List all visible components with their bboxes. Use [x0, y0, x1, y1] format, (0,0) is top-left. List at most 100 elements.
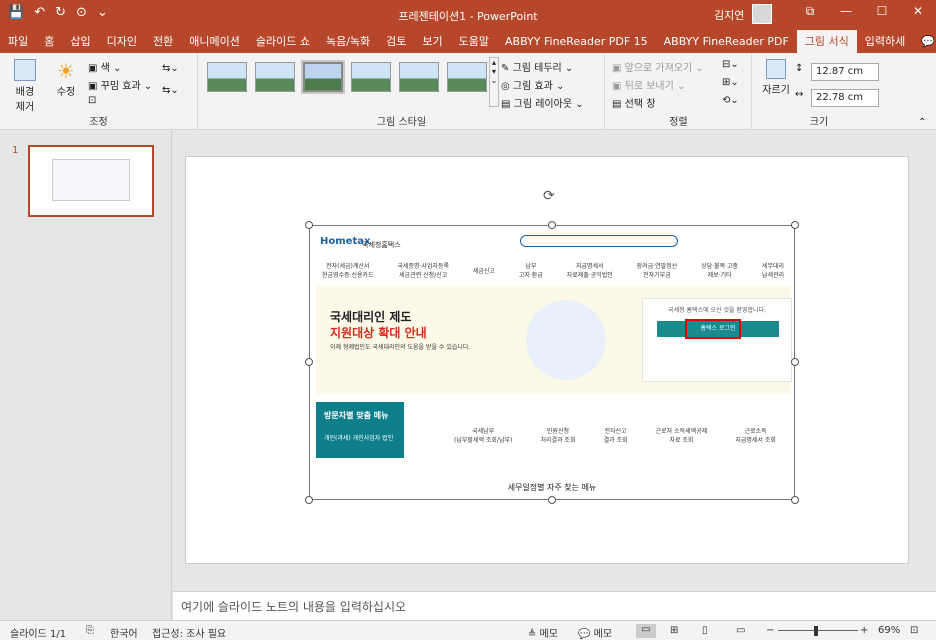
spell-check-icon[interactable]: ⎘: [86, 625, 94, 636]
tab-abbyy-15[interactable]: ABBYY FineReader PDF 15: [497, 30, 656, 53]
accessibility-status[interactable]: 접근성: 조사 필요: [152, 625, 226, 640]
resize-handle-nw[interactable]: [305, 221, 313, 229]
tab-picture-format[interactable]: 그림 서식: [796, 30, 857, 53]
resize-handle-n[interactable]: [548, 221, 556, 229]
tab-slideshow[interactable]: 슬라이드 쇼: [248, 30, 318, 53]
rotate-handle-icon[interactable]: ⟳: [543, 188, 555, 204]
align-icon[interactable]: ⊟⌄: [722, 59, 739, 70]
slide-indicator: 슬라이드 1/1: [10, 629, 67, 640]
banner-title-2: 지원대상 확대 안내: [330, 326, 427, 340]
title-bar: 💾 ↶ ↻ ⊙ ⌄ 프레젠테이션1 - PowerPoint 김지연 ⧉ — ☐…: [0, 0, 936, 30]
slide-thumbnail[interactable]: [28, 145, 154, 217]
selection-pane-button[interactable]: ▤ 선택 창: [612, 95, 655, 110]
visitor-item: 국세납부 (납부할세액 조회/납부): [454, 428, 513, 444]
zoom-level[interactable]: 69%: [878, 625, 900, 636]
tab-home[interactable]: 홈: [36, 30, 62, 53]
picture-style-3[interactable]: [301, 60, 345, 94]
fit-to-window-icon[interactable]: ⊡: [910, 625, 918, 636]
crop-button[interactable]: 자르기: [761, 59, 791, 96]
tab-review[interactable]: 검토: [378, 30, 414, 53]
corrections-button[interactable]: ☀ 수정: [52, 59, 80, 98]
ribbon-tabs: 파일 홈 삽입 디자인 전환 애니메이션 슬라이드 쇼 녹음/녹화 검토 보기 …: [0, 30, 936, 53]
banner-illustration: [526, 300, 606, 380]
maximize-button[interactable]: ☐: [864, 4, 900, 19]
group-icon[interactable]: ⊞⌄: [722, 77, 739, 88]
reading-view-icon[interactable]: ▯: [702, 625, 708, 636]
visitor-item: 민원신청 처리결과 조회: [540, 428, 576, 444]
tab-view[interactable]: 보기: [414, 30, 450, 53]
nav-item: 납부 고지·환급: [518, 263, 543, 279]
resize-handle-e[interactable]: [791, 358, 799, 366]
picture-layout-button[interactable]: ▤ 그림 레이아웃 ⌄: [501, 95, 584, 110]
artistic-effects-button[interactable]: ▣ 꾸밈 효과 ⌄: [88, 77, 152, 92]
minimize-button[interactable]: —: [828, 4, 864, 19]
zoom-in-icon[interactable]: +: [860, 625, 868, 636]
resize-handle-s[interactable]: [548, 496, 556, 504]
language-indicator[interactable]: 한국어: [110, 625, 138, 640]
hometax-nav: 전자(세금)계산서 현금영수증·신용카드 국세증명·사업자등록 세금관련 신청/…: [310, 258, 796, 282]
slide-sorter-icon[interactable]: ⊞: [670, 625, 678, 636]
tab-abbyy[interactable]: ABBYY FineReader PDF: [656, 30, 797, 53]
change-picture-icon[interactable]: ⇆⌄: [162, 63, 179, 74]
selected-picture[interactable]: Hometax 국세청홈택스 전자(세금)계산서 현금영수증·신용카드 국세증명…: [309, 225, 795, 500]
resize-handle-w[interactable]: [305, 358, 313, 366]
zoom-out-icon[interactable]: −: [766, 625, 774, 636]
color-button[interactable]: ▣ 색 ⌄: [88, 59, 121, 74]
picture-style-1[interactable]: [207, 62, 247, 92]
picture-style-5[interactable]: [399, 62, 439, 92]
send-backward-button[interactable]: ▣ 뒤로 보내기 ⌄: [612, 77, 685, 92]
resize-handle-sw[interactable]: [305, 496, 313, 504]
rotate-icon[interactable]: ⟲⌄: [722, 95, 739, 106]
slide-number: 1: [12, 145, 19, 156]
notes-pane[interactable]: 여기에 슬라이드 노트의 내용을 입력하십시오: [173, 591, 936, 620]
tab-insert[interactable]: 삽입: [62, 30, 98, 53]
height-field[interactable]: 12.87 cm: [811, 63, 879, 81]
tab-file[interactable]: 파일: [0, 30, 36, 53]
comments-icon[interactable]: 💬: [913, 30, 936, 53]
hometax-header: Hometax 국세청홈택스: [314, 230, 790, 252]
collapse-ribbon-icon[interactable]: ⌃: [918, 117, 926, 128]
width-field[interactable]: 22.78 cm: [811, 89, 879, 107]
notes-placeholder: 여기에 슬라이드 노트의 내용을 입력하십시오: [181, 600, 407, 614]
zoom-slider-thumb[interactable]: [814, 626, 818, 636]
styles-gallery-scroll[interactable]: ▴ ▾ ⌄: [489, 57, 499, 107]
tab-help[interactable]: 도움말: [451, 30, 497, 53]
ribbon-display-icon[interactable]: ⧉: [792, 4, 828, 19]
picture-style-2[interactable]: [255, 62, 295, 92]
picture-effects-button[interactable]: ◎ 그림 효과 ⌄: [501, 77, 564, 92]
width-icon: ↔: [795, 89, 804, 100]
bring-forward-button[interactable]: ▣ 앞으로 가져오기 ⌄: [612, 59, 704, 74]
group-arrange: ▣ 앞으로 가져오기 ⌄ ▣ 뒤로 보내기 ⌄ ▤ 선택 창 ⊟⌄ ⊞⌄ ⟲⌄ …: [606, 53, 752, 130]
nav-item: 국세증명·사업자등록 세금관련 신청/신고: [397, 263, 449, 279]
user-name[interactable]: 김지연: [714, 7, 744, 23]
avatar[interactable]: [752, 4, 772, 24]
tab-animations[interactable]: 애니메이션: [181, 30, 248, 53]
compress-pictures-icon[interactable]: ⊡: [88, 95, 96, 106]
zoom-slider[interactable]: [778, 630, 858, 631]
tab-design[interactable]: 디자인: [99, 30, 145, 53]
close-button[interactable]: ✕: [900, 4, 936, 19]
picture-style-6[interactable]: [447, 62, 487, 92]
notes-button[interactable]: ≜ 메모: [528, 625, 558, 640]
height-icon: ↕: [795, 63, 804, 74]
visitor-item: 전자신고 결과 조회: [603, 428, 628, 444]
banner-title: 국세대리인 제도: [330, 310, 412, 324]
nav-item: 장려금·연말정산 전자기부금: [636, 263, 678, 279]
slideshow-icon[interactable]: ▭: [736, 625, 745, 636]
picture-style-4[interactable]: [351, 62, 391, 92]
remove-background-icon: [14, 59, 36, 81]
tab-tell-me[interactable]: 입력하세: [857, 30, 913, 53]
nav-item: 상담·불복·고충 제보·기타: [701, 263, 739, 279]
comments-button[interactable]: 💬 메모: [578, 625, 612, 640]
resize-handle-se[interactable]: [791, 496, 799, 504]
thumbnail-picture: [52, 159, 130, 201]
normal-view-icon[interactable]: ▭: [636, 624, 656, 638]
window-controls: ⧉ — ☐ ✕: [792, 4, 936, 19]
tab-record[interactable]: 녹음/녹화: [318, 30, 378, 53]
tab-transitions[interactable]: 전환: [145, 30, 181, 53]
remove-background-button[interactable]: 배경 제거: [8, 59, 42, 113]
picture-border-button[interactable]: ✎ 그림 테두리 ⌄: [501, 59, 573, 74]
resize-handle-ne[interactable]: [791, 221, 799, 229]
reset-picture-icon[interactable]: ⇆⌄: [162, 85, 179, 96]
hometax-search: [520, 235, 678, 247]
